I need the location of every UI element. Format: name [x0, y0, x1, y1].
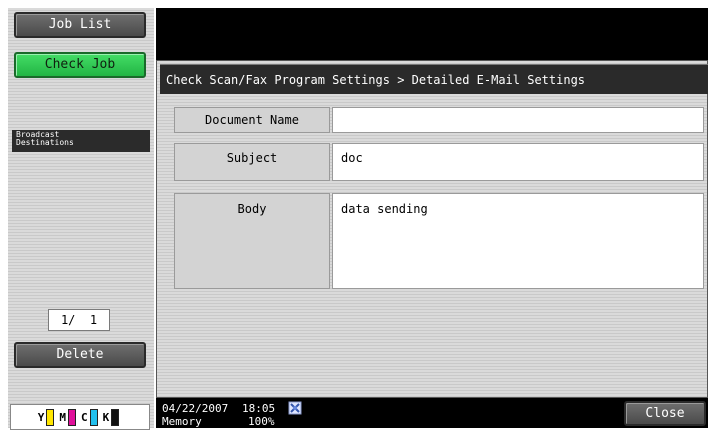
toner-m-label: M [59, 410, 66, 424]
network-icon [288, 401, 302, 415]
document-name-field[interactable] [332, 107, 704, 133]
time-text: 18:05 [242, 402, 276, 415]
breadcrumb: Check Scan/Fax Program Settings > Detail… [160, 64, 708, 94]
broadcast-label-line2: Destinations [16, 138, 74, 147]
document-name-label: Document Name [174, 107, 330, 133]
job-list-button[interactable]: Job List [14, 12, 146, 38]
toner-y-label: Y [37, 410, 45, 424]
subject-label: Subject [174, 143, 330, 181]
check-job-button[interactable]: Check Job [14, 52, 146, 78]
toner-y-bar [46, 408, 55, 426]
toner-k-label: K [102, 410, 110, 424]
body-label: Body [174, 193, 330, 289]
toner-c-bar [89, 408, 98, 426]
toner-k-bar [111, 408, 120, 426]
main-header-band [156, 8, 708, 60]
close-button[interactable]: Close [624, 401, 706, 426]
subject-field[interactable]: doc [332, 143, 704, 181]
memory-label: Memory [162, 415, 202, 428]
broadcast-destinations-tab[interactable]: Broadcast Destinations [12, 130, 150, 152]
memory-value: 100% [248, 415, 275, 428]
toner-levels: Y M C K [10, 404, 150, 430]
body-field[interactable]: data sending [332, 193, 704, 289]
page-counter: 1/ 1 [48, 309, 110, 331]
toner-c-label: C [81, 410, 88, 424]
date-text: 04/22/2007 [162, 402, 229, 415]
toner-m-bar [68, 408, 76, 426]
delete-button[interactable]: Delete [14, 342, 146, 368]
